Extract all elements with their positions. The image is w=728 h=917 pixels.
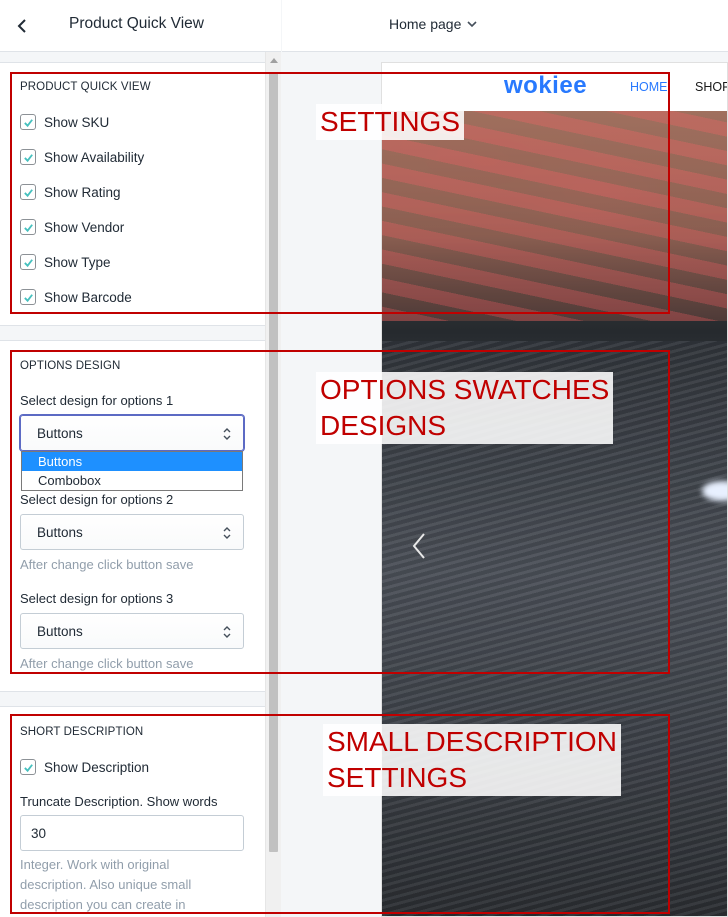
- chevron-down-icon: [467, 20, 477, 27]
- page-selector[interactable]: Home page: [389, 16, 477, 32]
- sidebar-header: Product Quick View: [0, 0, 281, 52]
- sidebar-title: Product Quick View: [69, 15, 204, 32]
- chevron-left-icon: [17, 19, 26, 33]
- preview-header: Home page: [282, 0, 728, 52]
- annotation-label-description: SMALL DESCRIPTION SETTINGS: [323, 724, 621, 796]
- theme-editor: Product Quick View PRODUCT QUICK VIEW Sh…: [0, 0, 728, 917]
- annotation-label-settings: SETTINGS: [316, 104, 465, 140]
- nav-link-shop[interactable]: SHOP: [695, 80, 727, 94]
- annotation-label-options: OPTIONS SWATCHES DESIGNS: [316, 372, 614, 444]
- back-button[interactable]: [8, 12, 36, 40]
- page-selector-label: Home page: [389, 16, 462, 32]
- scroll-up-arrow-icon[interactable]: [270, 58, 278, 63]
